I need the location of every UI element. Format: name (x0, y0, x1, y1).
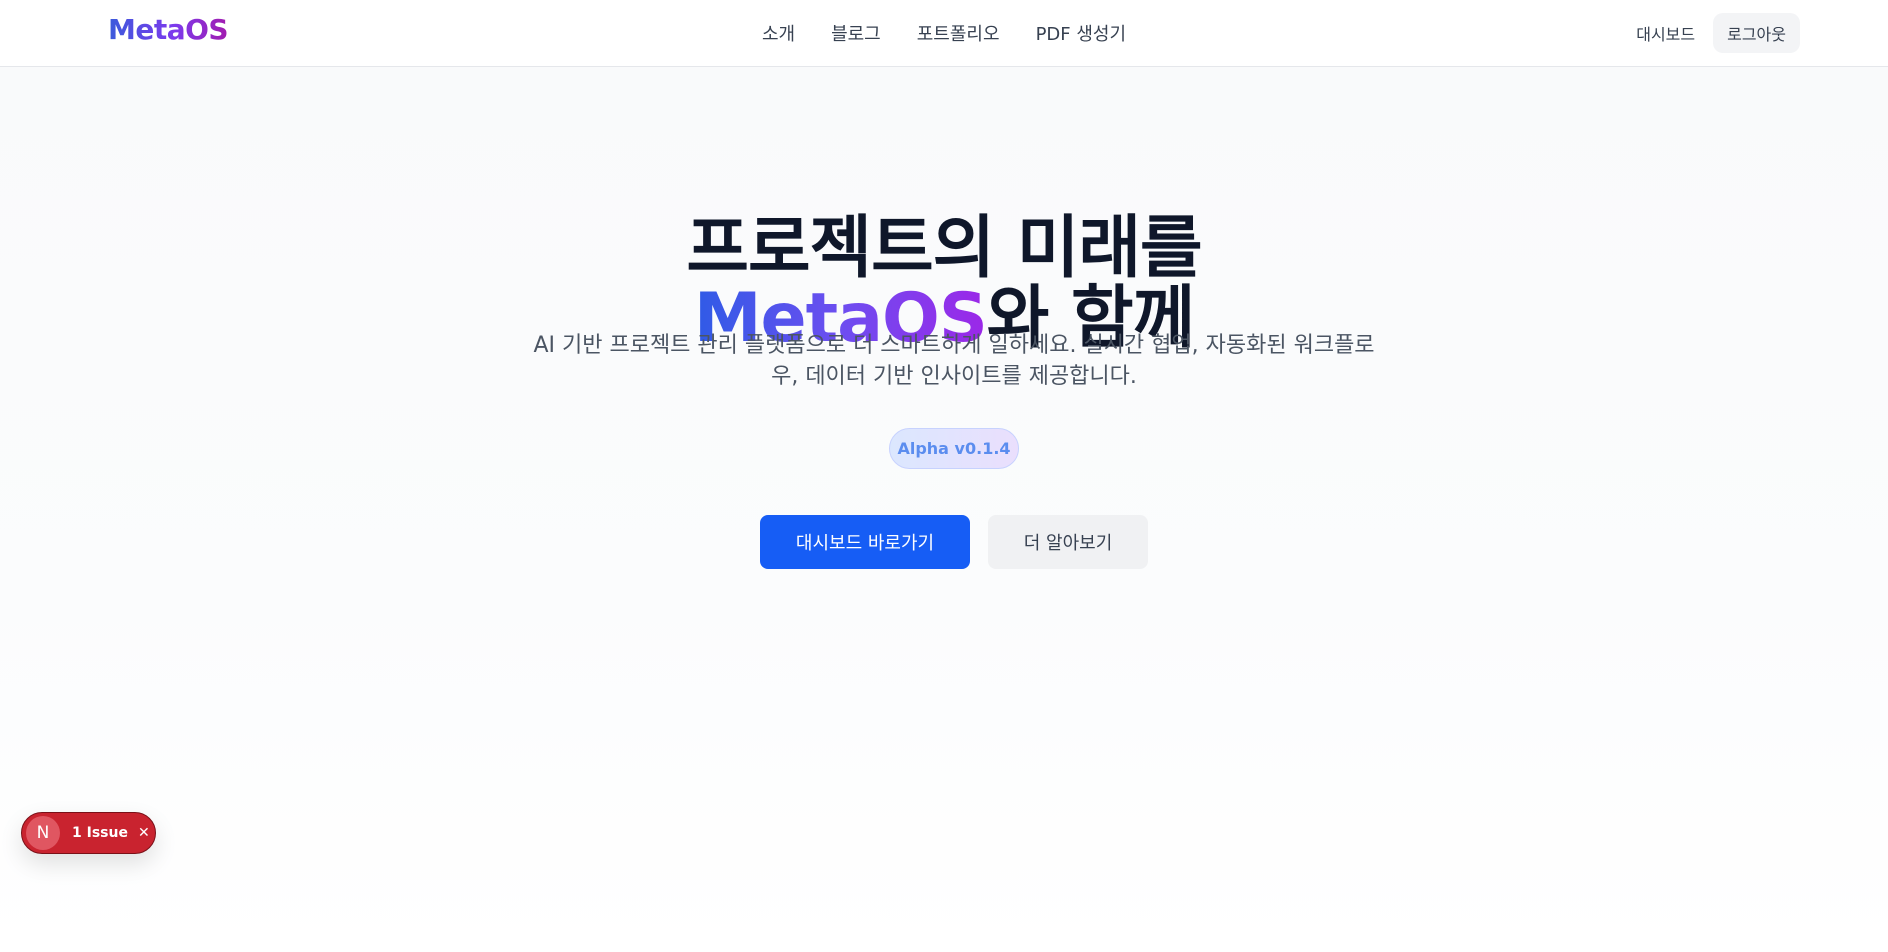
hero-subtitle: AI 기반 프로젝트 관리 플랫폼으로 더 스마트하게 일하세요. 실시간 협업… (533, 333, 1375, 389)
next-logo-icon: N (26, 816, 60, 850)
top-navbar: MetaOS 소개 블로그 포트폴리오 PDF 생성기 대시보드 로그아웃 (0, 0, 1888, 67)
hero-section (0, 67, 1888, 952)
issue-count-label[interactable]: 1 Issue (72, 825, 128, 841)
dashboard-link[interactable]: 대시보드 (1636, 21, 1695, 45)
page: MetaOS 소개 블로그 포트폴리오 PDF 생성기 대시보드 로그아웃 프로… (0, 0, 1888, 952)
header-actions: 대시보드 로그아웃 (1636, 13, 1800, 53)
logo[interactable]: MetaOS (108, 13, 229, 46)
hero-title-line-1: 프로젝트의 미래를 (686, 208, 1202, 288)
close-icon[interactable]: ✕ (138, 825, 150, 841)
go-to-dashboard-button[interactable]: 대시보드 바로가기 (760, 515, 970, 569)
nav-link-blog[interactable]: 블로그 (831, 20, 881, 46)
nav-link-portfolio[interactable]: 포트폴리오 (917, 20, 1000, 46)
logout-button[interactable]: 로그아웃 (1713, 13, 1800, 53)
issue-indicator[interactable]: N 1 Issue ✕ (21, 812, 156, 854)
learn-more-button[interactable]: 더 알아보기 (988, 515, 1148, 569)
nav-link-intro[interactable]: 소개 (762, 20, 795, 46)
version-badge: Alpha v0.1.4 (889, 428, 1019, 469)
nav-link-pdf-generator[interactable]: PDF 생성기 (1036, 20, 1126, 46)
main-nav: 소개 블로그 포트폴리오 PDF 생성기 (0, 0, 1888, 66)
